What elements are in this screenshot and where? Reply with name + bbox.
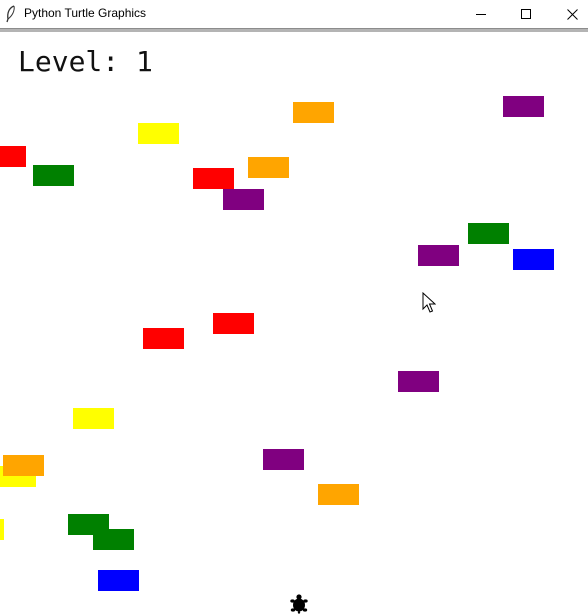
brick-purple [503,96,544,117]
brick-red [143,328,184,349]
feather-icon [6,5,15,23]
brick-green [93,529,134,550]
brick-orange [248,157,289,178]
brick-red [213,313,254,334]
brick-red [193,168,234,189]
brick-orange [318,484,359,505]
brick-green [468,223,509,244]
maximize-button[interactable] [503,0,549,28]
brick-purple [418,245,459,266]
minimize-button[interactable] [458,0,504,28]
turtle-icon[interactable] [289,594,309,614]
level-label: Level: 1 [18,45,153,78]
brick-orange [293,102,334,123]
brick-yellow [138,123,179,144]
maximize-icon [521,9,531,19]
brick-purple [263,449,304,470]
brick-blue [98,570,139,591]
brick-green [33,165,74,186]
brick-purple [223,189,264,210]
brick-blue [513,249,554,270]
title-bar: Python Turtle Graphics [0,0,588,28]
window-title: Python Turtle Graphics [24,6,147,20]
close-button[interactable] [549,0,588,28]
brick-purple [398,371,439,392]
minimize-icon [476,14,486,15]
brick-orange [3,455,44,476]
brick-red [0,146,26,167]
brick-yellow [73,408,114,429]
close-icon [566,8,578,20]
mouse-pointer-icon [422,292,436,313]
turtle-canvas[interactable]: Level: 1 [0,32,588,614]
brick-yellow [0,519,4,540]
